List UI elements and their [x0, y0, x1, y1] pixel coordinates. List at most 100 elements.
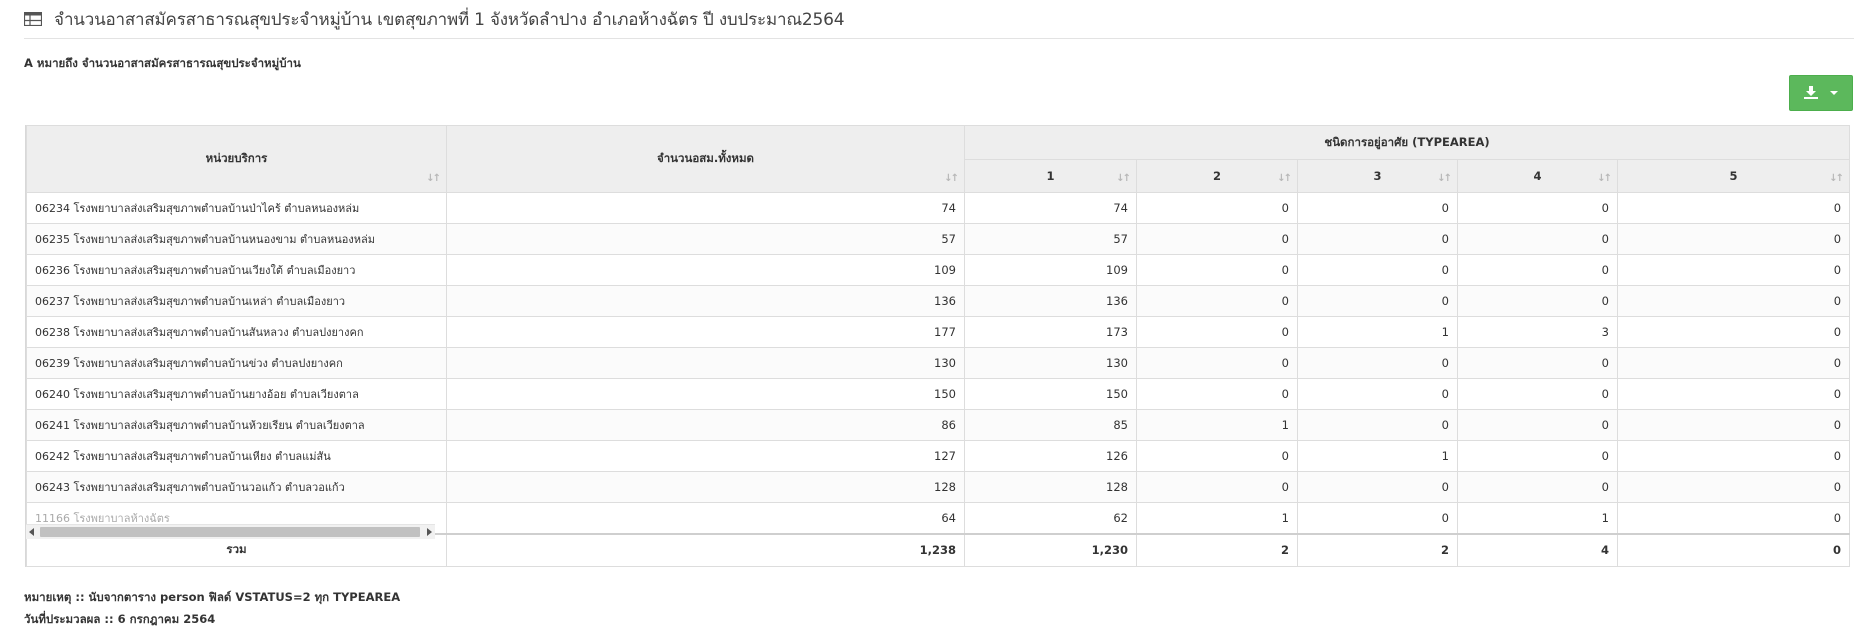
- footer-type-3: 2: [1297, 532, 1458, 567]
- export-button[interactable]: [1789, 75, 1853, 111]
- sort-icon: ↓↑: [1829, 173, 1844, 184]
- cell-type-5: 0: [1616, 285, 1851, 317]
- cell-type-2: 0: [1136, 192, 1298, 224]
- footer-type-4: 4: [1457, 532, 1618, 567]
- cell-type-1: 57: [964, 223, 1137, 255]
- cell-unit: 06237 โรงพยาบาลส่งเสริมสุขภาพตำบลบ้านเหล…: [26, 285, 447, 317]
- cell-type-3: 0: [1297, 254, 1458, 286]
- cell-total: 74: [446, 192, 965, 224]
- cell-type-5: 0: [1616, 254, 1851, 286]
- cell-type-3: 0: [1297, 471, 1458, 503]
- column-header-type-3[interactable]: 3 ↓↑: [1297, 159, 1458, 193]
- footer-type-5: 0: [1616, 532, 1851, 567]
- cell-type-3: 0: [1297, 223, 1458, 255]
- chevron-down-icon: [1830, 91, 1838, 95]
- cell-unit: 06234 โรงพยาบาลส่งเสริมสุขภาพตำบลบ้านป่า…: [26, 192, 447, 224]
- cell-total: 64: [446, 502, 965, 534]
- cell-type-2: 0: [1136, 285, 1298, 317]
- cell-type-2: 0: [1136, 254, 1298, 286]
- cell-type-5: 0: [1616, 378, 1851, 410]
- remark-note: หมายเหตุ :: นับจากตาราง person ฟิลด์ VST…: [24, 590, 401, 604]
- cell-type-1: 62: [964, 502, 1137, 534]
- cell-type-1: 130: [964, 347, 1137, 379]
- data-table: หน่วยบริการ ↓↑ จำนวนอสม.ทั้งหมด ↓↑ ชนิดก…: [26, 125, 1851, 567]
- table-row: 06240 โรงพยาบาลส่งเสริมสุขภาพตำบลบ้านยาง…: [26, 378, 1851, 410]
- sort-icon: ↓↑: [1116, 173, 1131, 184]
- cell-type-5: 0: [1616, 440, 1851, 472]
- cell-type-2: 0: [1136, 440, 1298, 472]
- cell-type-4: 0: [1457, 409, 1618, 441]
- cell-type-4: 0: [1457, 223, 1618, 255]
- cell-type-4: 0: [1457, 471, 1618, 503]
- scroll-left-icon[interactable]: [29, 528, 34, 536]
- cell-type-2: 0: [1136, 316, 1298, 348]
- cell-unit: 06242 โรงพยาบาลส่งเสริมสุขภาพตำบลบ้านเหี…: [26, 440, 447, 472]
- cell-type-4: 0: [1457, 192, 1618, 224]
- cell-type-1: 173: [964, 316, 1137, 348]
- cell-total: 57: [446, 223, 965, 255]
- cell-unit: 06240 โรงพยาบาลส่งเสริมสุขภาพตำบลบ้านยาง…: [26, 378, 447, 410]
- cell-type-2: 0: [1136, 471, 1298, 503]
- cell-unit: 06239 โรงพยาบาลส่งเสริมสุขภาพตำบลบ้านข่ว…: [26, 347, 447, 379]
- data-table-container: หน่วยบริการ ↓↑ จำนวนอสม.ทั้งหมด ↓↑ ชนิดก…: [25, 125, 1851, 567]
- table-row: 06239 โรงพยาบาลส่งเสริมสุขภาพตำบลบ้านข่ว…: [26, 347, 1851, 379]
- table-row: 06238 โรงพยาบาลส่งเสริมสุขภาพตำบลบ้านสัน…: [26, 316, 1851, 348]
- table-row: 06235 โรงพยาบาลส่งเสริมสุขภาพตำบลบ้านหนอ…: [26, 223, 1851, 255]
- cell-total: 86: [446, 409, 965, 441]
- table-row: 06237 โรงพยาบาลส่งเสริมสุขภาพตำบลบ้านเหล…: [26, 285, 1851, 317]
- cell-total: 127: [446, 440, 965, 472]
- cell-type-1: 126: [964, 440, 1137, 472]
- column-header-total[interactable]: จำนวนอสม.ทั้งหมด ↓↑: [446, 125, 965, 193]
- sort-icon: ↓↑: [426, 173, 441, 184]
- cell-type-5: 0: [1616, 347, 1851, 379]
- table-row: 06236 โรงพยาบาลส่งเสริมสุขภาพตำบลบ้านเวี…: [26, 254, 1851, 286]
- footer-type-1: 1,230: [964, 532, 1137, 567]
- cell-type-3: 0: [1297, 502, 1458, 534]
- table-row: 06241 โรงพยาบาลส่งเสริมสุขภาพตำบลบ้านห้ว…: [26, 409, 1851, 441]
- cell-total: 150: [446, 378, 965, 410]
- cell-type-4: 0: [1457, 285, 1618, 317]
- cell-type-5: 0: [1616, 502, 1851, 534]
- column-header-type-5[interactable]: 5 ↓↑: [1616, 159, 1851, 193]
- cell-type-1: 150: [964, 378, 1137, 410]
- sort-icon: ↓↑: [1597, 173, 1612, 184]
- table-icon: [24, 12, 42, 26]
- column-header-type-1[interactable]: 1 ↓↑: [964, 159, 1137, 193]
- cell-type-3: 1: [1297, 316, 1458, 348]
- column-header-unit[interactable]: หน่วยบริการ ↓↑: [26, 125, 447, 193]
- cell-type-2: 1: [1136, 409, 1298, 441]
- subtitle: A หมายถึง จำนวนอาสาสมัครสาธารณสุขประจำหม…: [24, 56, 301, 70]
- scrollbar-thumb[interactable]: [40, 527, 420, 537]
- cell-type-4: 0: [1457, 378, 1618, 410]
- cell-type-1: 109: [964, 254, 1137, 286]
- footer-total: 1,238: [446, 532, 965, 567]
- cell-unit: 06243 โรงพยาบาลส่งเสริมสุขภาพตำบลบ้านวอแ…: [26, 471, 447, 503]
- cell-type-3: 0: [1297, 347, 1458, 379]
- cell-type-2: 0: [1136, 223, 1298, 255]
- cell-unit: 06238 โรงพยาบาลส่งเสริมสุขภาพตำบลบ้านสัน…: [26, 316, 447, 348]
- column-header-type-2[interactable]: 2 ↓↑: [1136, 159, 1298, 193]
- download-icon: [1804, 84, 1818, 103]
- cell-type-1: 74: [964, 192, 1137, 224]
- cell-unit: 06236 โรงพยาบาลส่งเสริมสุขภาพตำบลบ้านเวี…: [26, 254, 447, 286]
- sort-icon: ↓↑: [944, 173, 959, 184]
- cell-type-4: 0: [1457, 347, 1618, 379]
- cell-type-4: 3: [1457, 316, 1618, 348]
- cell-type-3: 0: [1297, 378, 1458, 410]
- cell-type-4: 1: [1457, 502, 1618, 534]
- table-row: 06234 โรงพยาบาลส่งเสริมสุขภาพตำบลบ้านป่า…: [26, 192, 1851, 224]
- cell-type-5: 0: [1616, 409, 1851, 441]
- cell-type-5: 0: [1616, 192, 1851, 224]
- column-group-typearea: ชนิดการอยู่อาศัย (TYPEAREA): [963, 125, 1851, 160]
- column-header-type-4[interactable]: 4 ↓↑: [1457, 159, 1618, 193]
- horizontal-scrollbar[interactable]: [26, 524, 435, 539]
- processed-date: วันที่ประมวลผล :: 6 กรกฎาคม 2564: [24, 612, 216, 626]
- cell-type-5: 0: [1616, 223, 1851, 255]
- cell-total: 177: [446, 316, 965, 348]
- footer-type-2: 2: [1136, 532, 1298, 567]
- scroll-right-icon[interactable]: [427, 528, 432, 536]
- cell-type-1: 136: [964, 285, 1137, 317]
- table-row: 06242 โรงพยาบาลส่งเสริมสุขภาพตำบลบ้านเหี…: [26, 440, 1851, 472]
- cell-type-3: 0: [1297, 192, 1458, 224]
- table-row: 06243 โรงพยาบาลส่งเสริมสุขภาพตำบลบ้านวอแ…: [26, 471, 1851, 503]
